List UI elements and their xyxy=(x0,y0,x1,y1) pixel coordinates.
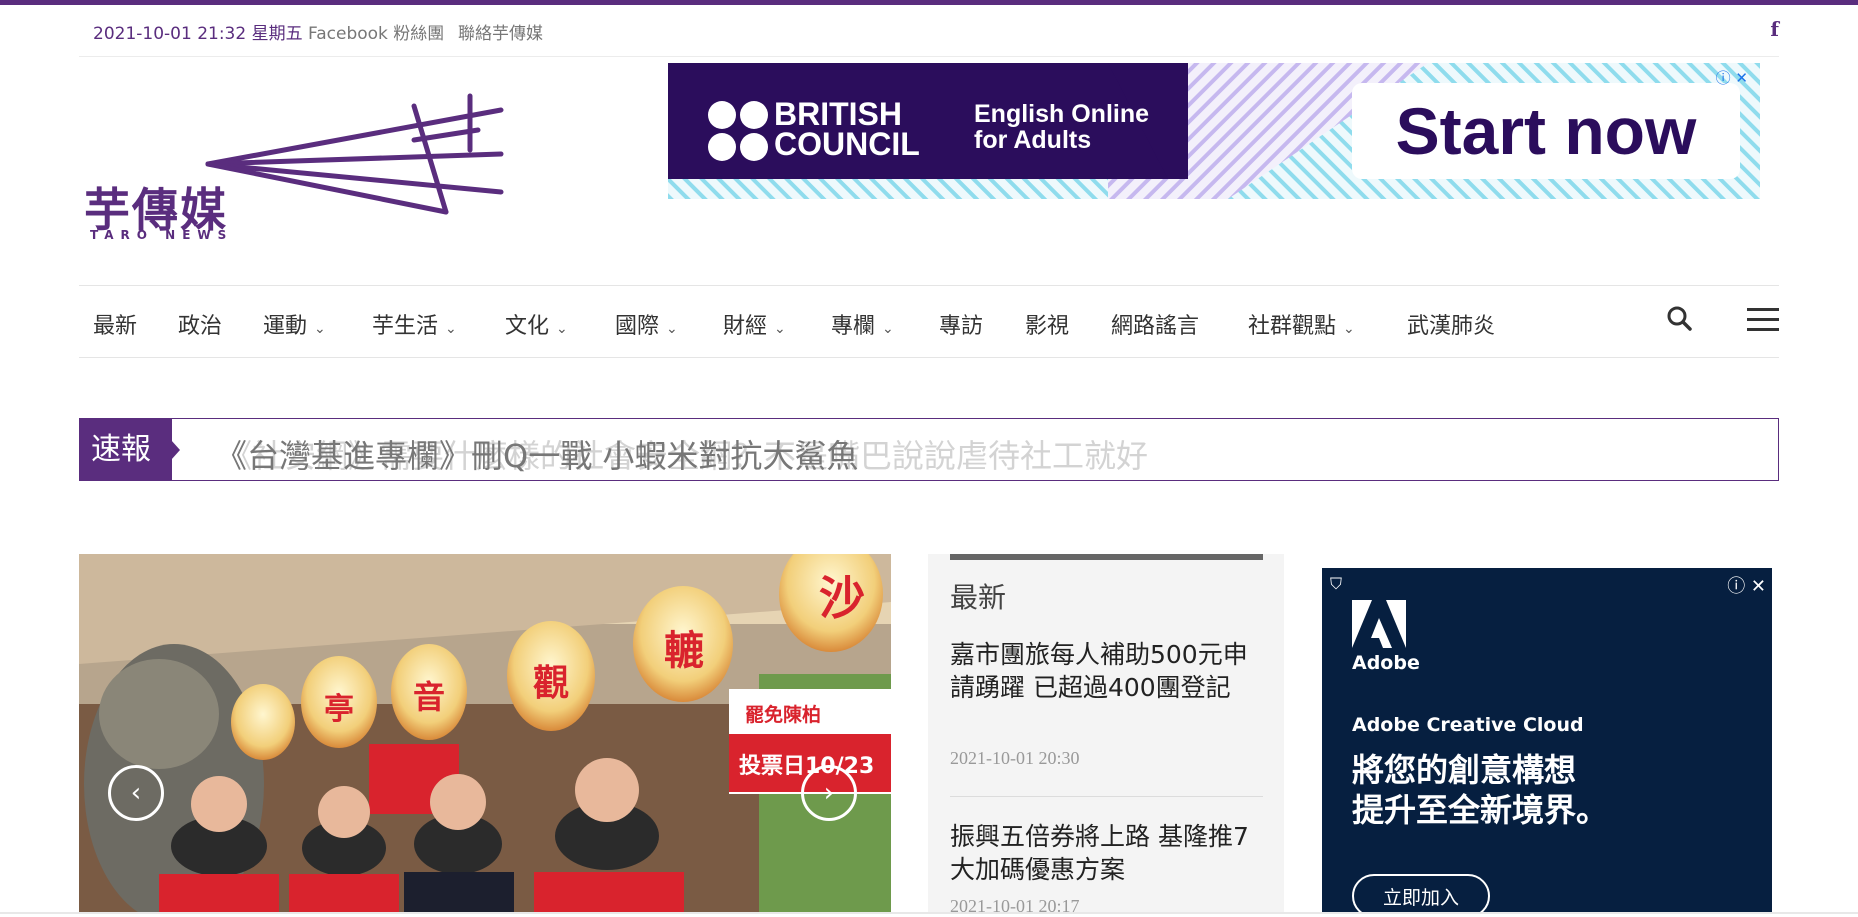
chevron-down-icon: ⌄ xyxy=(774,321,786,337)
nav-label: 最新 xyxy=(93,314,138,339)
ad-tagline: English Online for Adults xyxy=(974,101,1149,153)
chevron-down-icon: ⌄ xyxy=(314,321,326,337)
contact-link[interactable]: 聯絡芋傳媒 xyxy=(458,19,543,44)
latest-news-title[interactable]: 振興五倍券將上路 基隆推7大加碼優惠方案 xyxy=(950,820,1250,886)
nav-item-media[interactable]: 影視 xyxy=(1025,308,1069,340)
site-logo[interactable]: 芋傳媒 TARO NEWS xyxy=(84,92,504,244)
chevron-down-icon: ⌄ xyxy=(556,321,568,337)
chevron-down-icon: ⌄ xyxy=(445,321,457,337)
current-datetime: 2021-10-01 21:32 星期五 xyxy=(93,24,303,44)
menu-icon-line xyxy=(1747,308,1779,311)
nav-item-covid[interactable]: 武漢肺炎 xyxy=(1407,308,1495,340)
lantern-char: 轆 xyxy=(664,628,704,674)
slide-sign-text: 罷免陳柏 xyxy=(745,704,822,726)
adobe-ad[interactable]: ⛉ ⓘ ✕ Adobe Adobe Creative Cloud 將您的創意構想… xyxy=(1322,568,1772,914)
adobe-brand: Adobe xyxy=(1352,652,1420,674)
chevron-down-icon: ⌄ xyxy=(1343,321,1355,337)
latest-news-title[interactable]: 嘉市團旅每人補助500元申請踴躍 已超過400團登記 xyxy=(950,638,1250,704)
nav-item-fact-check[interactable]: 網路謠言 xyxy=(1111,308,1199,340)
nav-label: 文化 xyxy=(505,314,550,339)
breaking-news-ticker: 速報 《社安網》需要什麼樣的社會安全網？不是嘴巴說說虐待社工就好 《台灣基進專欄… xyxy=(79,418,1779,481)
slider-prev-icon[interactable]: ‹ xyxy=(108,765,164,821)
latest-news-panel: 最新 嘉市團旅每人補助500元申請踴躍 已超過400團登記 2021-10-01… xyxy=(928,554,1284,916)
nav-item-column[interactable]: 專欄 ⌄ xyxy=(831,308,894,340)
menu-icon-line xyxy=(1747,318,1779,321)
nav-label: 運動 xyxy=(263,314,308,339)
nav-label: 社群觀點 xyxy=(1248,314,1337,339)
slider-next-icon[interactable]: › xyxy=(801,765,857,821)
british-council-ad[interactable]: BRITISH COUNCIL English Online for Adult… xyxy=(668,63,1760,199)
latest-news-time: 2021-10-01 20:30 xyxy=(950,748,1080,768)
ad-info-icon[interactable]: ⓘ ✕ xyxy=(1716,67,1748,88)
latest-panel-title: 最新 xyxy=(950,581,1007,614)
breaking-news-label: 速報 xyxy=(80,419,172,480)
nav-label: 專欄 xyxy=(831,314,876,339)
chevron-down-icon: ⌄ xyxy=(882,321,894,337)
nav-label: 武漢肺炎 xyxy=(1407,314,1496,339)
lantern-char: 亭 xyxy=(324,692,354,727)
ad-tagline-line2: for Adults xyxy=(974,126,1092,154)
facebook-icon[interactable]: f xyxy=(1770,17,1779,41)
search-icon-graphic xyxy=(1667,306,1692,331)
ad-brand-line2: COUNCIL xyxy=(774,126,920,162)
nav-item-international[interactable]: 國際 ⌄ xyxy=(615,308,678,340)
news-divider xyxy=(950,796,1263,797)
nav-label: 網路謠言 xyxy=(1111,314,1200,339)
latest-panel-bar xyxy=(950,554,1263,560)
ad-tagline-line1: English Online xyxy=(974,100,1150,128)
nav-item-sports[interactable]: 運動 ⌄ xyxy=(263,308,326,340)
featured-slider[interactable]: 沙 轆 觀 音 亭 罷免陳柏 投票日10/23 ‹ › xyxy=(79,554,891,914)
menu-icon-line xyxy=(1747,328,1779,331)
ad-cta[interactable]: Start now xyxy=(1368,93,1724,169)
logo-subtitle: TARO NEWS xyxy=(90,228,234,242)
adobe-headline-line1: 將您的創意構想 xyxy=(1352,751,1577,789)
main-navigation: 最新 政治 運動 ⌄ 芋生活 ⌄ 文化 ⌄ 國際 ⌄ 財經 ⌄ 專欄 ⌄ 專訪 影視 網路謠… xyxy=(79,285,1779,358)
top-bar: 2021-10-01 21:32 星期五 Facebook 粉絲團 聯絡芋傳媒 … xyxy=(79,5,1779,57)
nav-label: 影視 xyxy=(1025,314,1070,339)
lantern-char: 音 xyxy=(412,678,445,716)
facebook-fanpage-link[interactable]: Facebook 粉絲團 xyxy=(308,19,444,44)
ad-close-icon[interactable]: ⓘ ✕ xyxy=(1727,572,1766,598)
nav-label: 國際 xyxy=(615,314,660,339)
slide-photo-text: 沙 轆 觀 音 亭 罷免陳柏 投票日10/23 xyxy=(79,554,891,914)
ticker-arrow-icon xyxy=(171,440,180,460)
nav-label: 專訪 xyxy=(939,314,984,339)
ad-brand-line1: BRITISH xyxy=(774,96,902,132)
adobe-join-button[interactable]: 立即加入 xyxy=(1352,874,1490,914)
lantern-char: 沙 xyxy=(819,571,865,625)
nav-label: 財經 xyxy=(723,314,768,339)
adobe-headline-line2: 提升至全新境界。 xyxy=(1352,791,1609,829)
nav-item-latest[interactable]: 最新 xyxy=(93,308,137,340)
adobe-headline: 將您的創意構想 提升至全新境界。 xyxy=(1352,750,1752,830)
ticker-headline[interactable]: 《台灣基進專欄》刪Q一戰 小蝦米對抗大鯊魚 xyxy=(215,431,858,477)
ad-shield-icon: ⛉ xyxy=(1330,574,1343,593)
adobe-product: Adobe Creative Cloud xyxy=(1352,714,1584,736)
chevron-down-icon: ⌄ xyxy=(666,321,678,337)
nav-label: 芋生活 xyxy=(372,314,439,339)
nav-label: 政治 xyxy=(178,314,223,339)
nav-item-culture[interactable]: 文化 ⌄ xyxy=(505,308,568,340)
nav-item-finance[interactable]: 財經 ⌄ xyxy=(723,308,786,340)
adobe-logo-icon xyxy=(1352,600,1406,648)
nav-item-taro-life[interactable]: 芋生活 ⌄ xyxy=(372,308,457,340)
ad-brand: BRITISH COUNCIL xyxy=(774,96,920,162)
search-icon[interactable] xyxy=(1665,304,1695,334)
hamburger-menu-icon[interactable] xyxy=(1747,308,1779,332)
nav-item-interview[interactable]: 專訪 xyxy=(939,308,983,340)
nav-item-politics[interactable]: 政治 xyxy=(178,308,222,340)
lantern-char: 觀 xyxy=(532,663,569,704)
nav-item-social-views[interactable]: 社群觀點 ⌄ xyxy=(1248,308,1355,340)
